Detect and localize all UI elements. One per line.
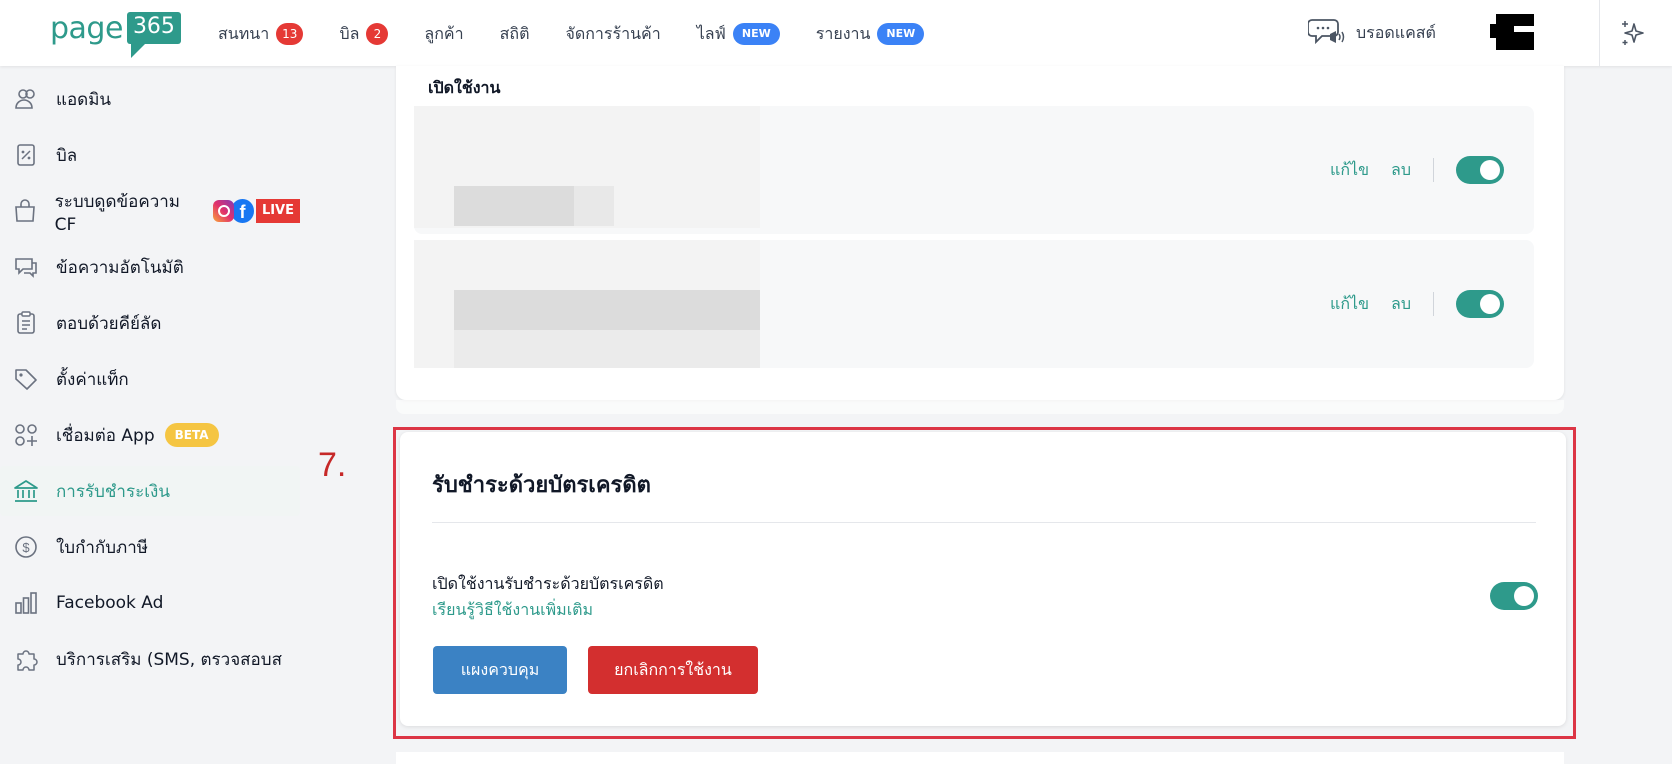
sidebar-item-label: ใบกำกับภาษี [56,537,148,558]
nav-customers[interactable]: ลูกค้า [424,22,463,46]
sidebar-item-auto-message[interactable]: ข้อความอัตโนมัติ [0,242,300,292]
card-edge [396,400,1564,414]
sidebar-item-label: ระบบดูดข้อความ CF [54,191,181,235]
sidebar-item-bills[interactable]: บิล [0,130,300,180]
edit-link[interactable]: แก้ไข [1330,158,1369,183]
count-badge: 2 [366,23,389,45]
enabled-section-title: เปิดใช้งาน [428,78,501,97]
action-separator [1433,158,1434,182]
sidebar-item-cf-capture[interactable]: ระบบดูดข้อความ CF f LIVE [0,186,300,236]
new-badge: NEW [877,23,925,45]
row-actions: แก้ไข ลบ [1330,290,1504,318]
blurred-content [454,186,574,226]
credit-card-title: รับชำระด้วยบัตรเครดิต [432,473,651,498]
learn-more-link[interactable]: เรียนรู้วิธีใช้งานเพิ่มเติม [432,598,593,623]
page365-logo[interactable]: page 365 [50,12,181,60]
enable-toggle[interactable] [1456,290,1504,318]
nav-label: ไลฟ์ [696,23,726,43]
logo-text: page [50,11,123,46]
edit-link[interactable]: แก้ไข [1330,292,1369,317]
avatar[interactable] [1490,14,1536,50]
payment-method-row: แก้ไข ลบ [414,106,1534,234]
sidebar-item-label: ข้อความอัตโนมัติ [56,257,184,278]
enable-toggle[interactable] [1456,156,1504,184]
sparkle-icon[interactable] [1618,18,1648,52]
svg-text:$: $ [22,540,30,555]
top-bar: page 365 สนทนา 13 บิล 2 ลูกค้า สถิติ จัด… [0,0,1672,66]
count-badge: 13 [276,23,304,45]
delete-link[interactable]: ลบ [1391,292,1411,317]
payment-method-row: แก้ไข ลบ [414,240,1534,368]
main-nav: สนทนา 13 บิล 2 ลูกค้า สถิติ จัดการร้านค้… [218,22,960,46]
dollar-circle-icon: $ [12,533,40,561]
blurred-content [574,186,614,226]
header-divider [1599,0,1600,66]
sidebar-item-label: ตั้งค่าแท็ก [56,369,129,390]
nav-stats[interactable]: สถิติ [500,22,530,46]
bank-icon [12,477,40,505]
sidebar-item-label: Facebook Ad [56,593,164,613]
step-number: 7. [318,446,347,484]
nav-label: สนทนา [218,23,270,43]
sidebar: แอดมิน บิล ระบบดูดข้อความ CF f LIVE ข้อค… [0,66,360,764]
sidebar-item-shortcut-reply[interactable]: ตอบด้วยคีย์ลัด [0,298,300,348]
nav-chat[interactable]: สนทนา 13 [218,22,304,46]
instagram-icon [213,200,235,222]
nav-label: ลูกค้า [424,23,464,43]
users-icon [12,85,40,113]
cancel-service-button[interactable]: ยกเลิกการใช้งาน [588,646,758,694]
new-badge: NEW [732,23,780,45]
delete-link[interactable]: ลบ [1391,158,1411,183]
credit-card-enable-label: เปิดใช้งานรับชำระด้วยบัตรเครดิต [432,574,664,593]
blurred-content [454,290,760,330]
action-separator [1433,292,1434,316]
apps-grid-icon [12,421,40,449]
nav-reports[interactable]: รายงาน NEW [816,22,925,46]
section-divider [432,522,1536,523]
sidebar-item-payment[interactable]: การรับชำระเงิน [0,466,300,516]
sidebar-item-label: บิล [56,145,78,166]
nav-label: รายงาน [815,23,871,43]
clipboard-list-icon [12,309,40,337]
nav-label: บิล [339,23,360,43]
tag-icon [12,365,40,393]
blurred-content [454,330,760,368]
receipt-percent-icon [12,141,40,169]
next-card-edge [396,752,1564,764]
sidebar-item-connect-app[interactable]: เชื่อมต่อ App BETA [0,410,300,460]
puzzle-icon [12,645,40,673]
nav-store-management[interactable]: จัดการร้านค้า [565,22,660,46]
sidebar-item-tags[interactable]: ตั้งค่าแท็ก [0,354,300,404]
credit-card-enable-toggle[interactable] [1490,582,1538,610]
shopping-bag-icon [12,197,39,225]
nav-label: จัดการร้านค้า [565,23,661,43]
chat-bubbles-icon [12,253,40,281]
bar-chart-icon [12,589,40,617]
logo-badge: 365 [126,12,181,58]
facebook-icon: f [231,199,254,223]
megaphone-chat-icon [1307,16,1356,50]
sidebar-item-addons[interactable]: บริการเสริม (SMS, ตรวจสอบส [0,634,300,684]
sidebar-item-label: การรับชำระเงิน [56,481,170,502]
sidebar-item-tax-invoice[interactable]: $ ใบกำกับภาษี [0,522,300,572]
dashboard-button[interactable]: แผงควบคุม [433,646,567,694]
nav-label: สถิติ [499,23,530,43]
nav-bills[interactable]: บิล 2 [339,22,389,46]
sidebar-item-admin[interactable]: แอดมิน [0,74,300,124]
sidebar-item-label: ตอบด้วยคีย์ลัด [56,313,162,334]
broadcast-label: บรอดแคสต์ [1356,22,1436,42]
beta-badge: BETA [164,423,219,447]
sidebar-item-label: บริการเสริม (SMS, ตรวจสอบส [56,649,282,670]
row-actions: แก้ไข ลบ [1330,156,1504,184]
sidebar-item-label: เชื่อมต่อ App [56,425,155,446]
sidebar-item-label: แอดมิน [56,89,112,110]
nav-live[interactable]: ไลฟ์ NEW [697,22,780,46]
live-badge: LIVE [255,199,300,223]
sidebar-item-facebook-ad[interactable]: Facebook Ad [0,578,300,628]
broadcast-button[interactable]: บรอดแคสต์ [1307,16,1436,50]
